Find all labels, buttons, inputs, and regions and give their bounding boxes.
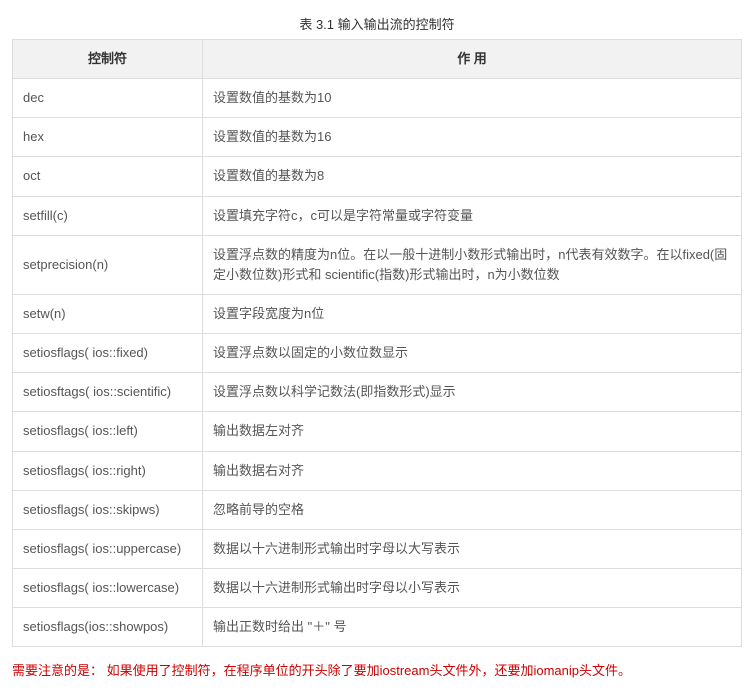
table-header-row: 控制符 作 用 bbox=[13, 40, 742, 79]
cell-manipulator: oct bbox=[13, 157, 203, 196]
header-manipulator: 控制符 bbox=[13, 40, 203, 79]
table-row: dec设置数值的基数为10 bbox=[13, 79, 742, 118]
cell-effect: 输出数据右对齐 bbox=[203, 451, 742, 490]
table-caption: 表 3.1 输入输出流的控制符 bbox=[12, 14, 742, 33]
table-row: setiosflags( ios::lowercase)数据以十六进制形式输出时… bbox=[13, 568, 742, 607]
table-row: setprecision(n)设置浮点数的精度为n位。在以一般十进制小数形式输出… bbox=[13, 235, 742, 294]
cell-manipulator: setiosflags( ios::fixed) bbox=[13, 334, 203, 373]
footnote: 需要注意的是： 如果使用了控制符，在程序单位的开头除了要加iostream头文件… bbox=[12, 661, 742, 681]
cell-effect: 设置数值的基数为8 bbox=[203, 157, 742, 196]
cell-manipulator: setfill(c) bbox=[13, 196, 203, 235]
cell-effect: 数据以十六进制形式输出时字母以大写表示 bbox=[203, 529, 742, 568]
header-effect: 作 用 bbox=[203, 40, 742, 79]
table-row: setiosflags( ios::skipws)忽略前导的空格 bbox=[13, 490, 742, 529]
table-row: setfill(c)设置填充字符c，c可以是字符常量或字符变量 bbox=[13, 196, 742, 235]
cell-effect: 设置浮点数以固定的小数位数显示 bbox=[203, 334, 742, 373]
manipulators-table: 控制符 作 用 dec设置数值的基数为10hex设置数值的基数为16oct设置数… bbox=[12, 39, 742, 647]
table-row: setiosflags( ios::uppercase)数据以十六进制形式输出时… bbox=[13, 529, 742, 568]
table-row: setw(n)设置字段宽度为n位 bbox=[13, 294, 742, 333]
cell-effect: 设置字段宽度为n位 bbox=[203, 294, 742, 333]
table-row: setiosflags( ios::fixed)设置浮点数以固定的小数位数显示 bbox=[13, 334, 742, 373]
cell-manipulator: setiosflags( ios::uppercase) bbox=[13, 529, 203, 568]
cell-manipulator: setw(n) bbox=[13, 294, 203, 333]
cell-manipulator: setprecision(n) bbox=[13, 235, 203, 294]
cell-manipulator: setiosflags( ios::skipws) bbox=[13, 490, 203, 529]
table-row: setiosflags( ios::left)输出数据左对齐 bbox=[13, 412, 742, 451]
cell-manipulator: setiosflags(ios::showpos) bbox=[13, 608, 203, 647]
cell-effect: 设置数值的基数为16 bbox=[203, 118, 742, 157]
cell-effect: 忽略前导的空格 bbox=[203, 490, 742, 529]
cell-manipulator: setiosftags( ios::scientific) bbox=[13, 373, 203, 412]
table-row: hex设置数值的基数为16 bbox=[13, 118, 742, 157]
cell-manipulator: dec bbox=[13, 79, 203, 118]
cell-manipulator: setiosflags( ios::left) bbox=[13, 412, 203, 451]
cell-effect: 设置浮点数以科学记数法(即指数形式)显示 bbox=[203, 373, 742, 412]
cell-manipulator: setiosflags( ios::right) bbox=[13, 451, 203, 490]
cell-effect: 设置浮点数的精度为n位。在以一般十进制小数形式输出时，n代表有效数字。在以fix… bbox=[203, 235, 742, 294]
table-row: setiosftags( ios::scientific)设置浮点数以科学记数法… bbox=[13, 373, 742, 412]
cell-manipulator: hex bbox=[13, 118, 203, 157]
table-row: setiosflags( ios::right)输出数据右对齐 bbox=[13, 451, 742, 490]
cell-effect: 设置数值的基数为10 bbox=[203, 79, 742, 118]
cell-manipulator: setiosflags( ios::lowercase) bbox=[13, 568, 203, 607]
cell-effect: 输出数据左对齐 bbox=[203, 412, 742, 451]
cell-effect: 数据以十六进制形式输出时字母以小写表示 bbox=[203, 568, 742, 607]
cell-effect: 设置填充字符c，c可以是字符常量或字符变量 bbox=[203, 196, 742, 235]
table-row: setiosflags(ios::showpos)输出正数时给出 "＋" 号 bbox=[13, 608, 742, 647]
cell-effect: 输出正数时给出 "＋" 号 bbox=[203, 608, 742, 647]
table-row: oct设置数值的基数为8 bbox=[13, 157, 742, 196]
